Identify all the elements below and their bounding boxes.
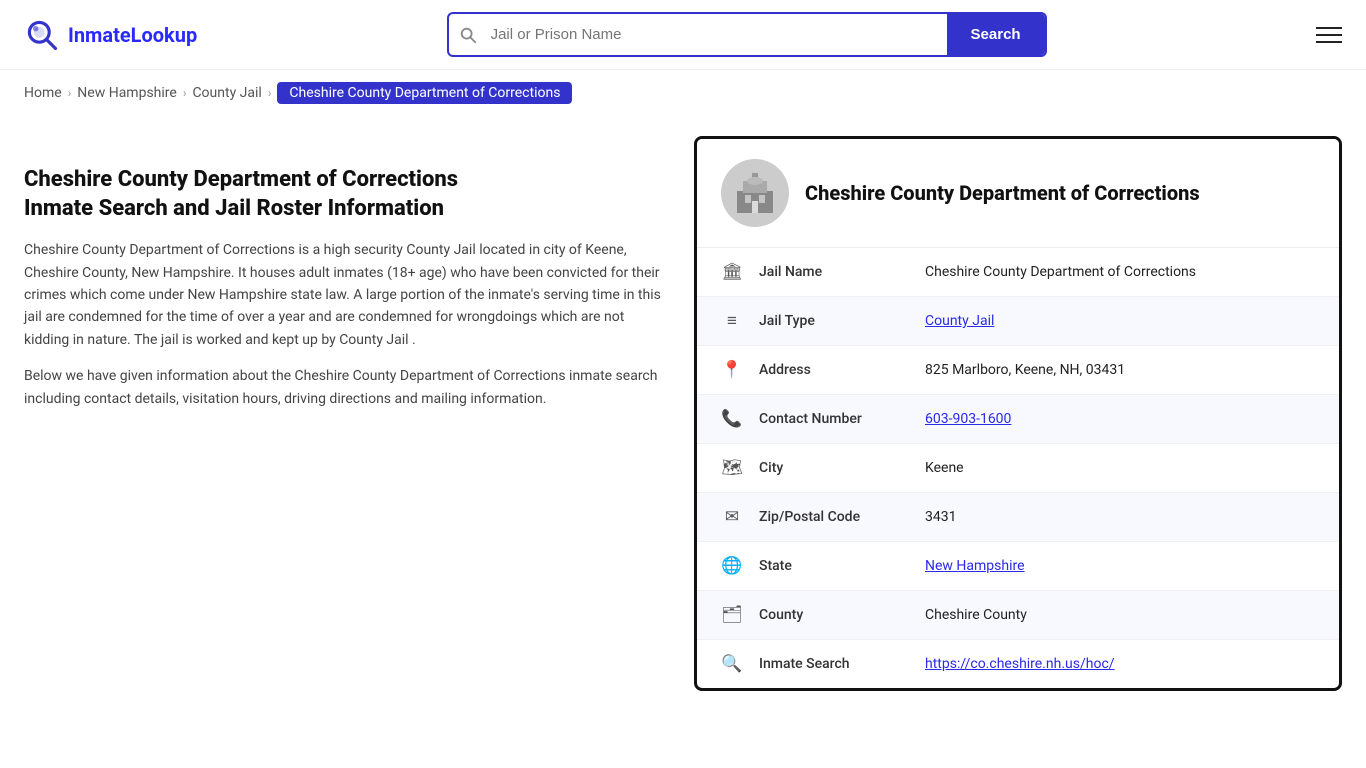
- county-icon: 🗂: [721, 605, 743, 625]
- right-column: Cheshire County Department of Correction…: [694, 136, 1342, 691]
- card-title: Cheshire County Department of Correction…: [805, 181, 1200, 205]
- row-value-8[interactable]: https://co.cheshire.nh.us/hoc/: [925, 656, 1115, 672]
- phone-icon: 📞: [721, 409, 743, 429]
- row-link-1[interactable]: County Jail: [925, 313, 994, 329]
- facility-image: [721, 159, 789, 227]
- mail-icon: ✉: [721, 507, 743, 527]
- logo-icon: [24, 17, 60, 53]
- search-bar-icon: [449, 26, 487, 44]
- hamburger-menu[interactable]: [1316, 27, 1342, 43]
- description-para-1: Cheshire County Department of Correction…: [24, 239, 664, 351]
- breadcrumb-home[interactable]: Home: [24, 85, 62, 101]
- globe-icon: 🌐: [721, 556, 743, 576]
- row-label-2: Address: [759, 362, 909, 378]
- hamburger-line-3: [1316, 41, 1342, 43]
- info-row: ✉ Zip/Postal Code 3431: [697, 493, 1339, 542]
- search-input[interactable]: [487, 16, 947, 53]
- row-label-4: City: [759, 460, 909, 476]
- info-rows: 🏛 Jail Name Cheshire County Department of …: [697, 248, 1339, 688]
- jail-icon: 🏛: [721, 262, 743, 282]
- info-row: 🗂 County Cheshire County: [697, 591, 1339, 640]
- row-value-3[interactable]: 603-903-1600: [925, 411, 1011, 427]
- main-content: Cheshire County Department of Correction…: [0, 116, 1366, 711]
- row-link-8[interactable]: https://co.cheshire.nh.us/hoc/: [925, 656, 1115, 672]
- info-row: 🗺 City Keene: [697, 444, 1339, 493]
- row-value-2: 825 Marlboro, Keene, NH, 03431: [925, 362, 1125, 378]
- info-card: Cheshire County Department of Correction…: [694, 136, 1342, 691]
- row-label-5: Zip/Postal Code: [759, 509, 909, 525]
- list-icon: ≡: [721, 311, 743, 331]
- page-title: Cheshire County Department of Correction…: [24, 166, 664, 223]
- search-button[interactable]: Search: [947, 14, 1045, 55]
- left-column: Cheshire County Department of Correction…: [24, 136, 664, 691]
- breadcrumb: Home › New Hampshire › County Jail › Che…: [0, 70, 1366, 116]
- row-value-1[interactable]: County Jail: [925, 313, 994, 329]
- row-value-7: Cheshire County: [925, 607, 1027, 623]
- info-row: 🏛 Jail Name Cheshire County Department of …: [697, 248, 1339, 297]
- logo-link[interactable]: InmateLookup: [24, 17, 197, 53]
- row-label-3: Contact Number: [759, 411, 909, 427]
- breadcrumb-current: Cheshire County Department of Correction…: [277, 82, 572, 104]
- row-label-6: State: [759, 558, 909, 574]
- description-para-2: Below we have given information about th…: [24, 365, 664, 410]
- info-row: 📞 Contact Number 603-903-1600: [697, 395, 1339, 444]
- row-value-5: 3431: [925, 509, 956, 525]
- row-value-6[interactable]: New Hampshire: [925, 558, 1025, 574]
- row-value-0: Cheshire County Department of Correction…: [925, 264, 1196, 280]
- breadcrumb-chevron-1: ›: [68, 86, 72, 100]
- city-icon: 🗺: [721, 458, 743, 478]
- breadcrumb-state[interactable]: New Hampshire: [77, 85, 177, 101]
- info-row: 🔍 Inmate Search https://co.cheshire.nh.us/…: [697, 640, 1339, 688]
- info-row: 📍 Address 825 Marlboro, Keene, NH, 03431: [697, 346, 1339, 395]
- row-label-1: Jail Type: [759, 313, 909, 329]
- breadcrumb-chevron-3: ›: [268, 86, 272, 100]
- row-value-4: Keene: [925, 460, 964, 476]
- site-header: InmateLookup Search: [0, 0, 1366, 70]
- location-icon: 📍: [721, 360, 743, 380]
- hamburger-line-2: [1316, 34, 1342, 36]
- row-link-6[interactable]: New Hampshire: [925, 558, 1025, 574]
- info-row: ≡ Jail Type County Jail: [697, 297, 1339, 346]
- card-header: Cheshire County Department of Correction…: [697, 139, 1339, 248]
- row-link-3[interactable]: 603-903-1600: [925, 411, 1011, 427]
- breadcrumb-type[interactable]: County Jail: [192, 85, 261, 101]
- search-icon: 🔍: [721, 654, 743, 674]
- hamburger-line-1: [1316, 27, 1342, 29]
- logo-text: InmateLookup: [68, 23, 197, 47]
- search-bar: Search: [447, 12, 1047, 57]
- row-label-0: Jail Name: [759, 264, 909, 280]
- row-label-8: Inmate Search: [759, 656, 909, 672]
- info-row: 🌐 State New Hampshire: [697, 542, 1339, 591]
- row-label-7: County: [759, 607, 909, 623]
- breadcrumb-chevron-2: ›: [183, 86, 187, 100]
